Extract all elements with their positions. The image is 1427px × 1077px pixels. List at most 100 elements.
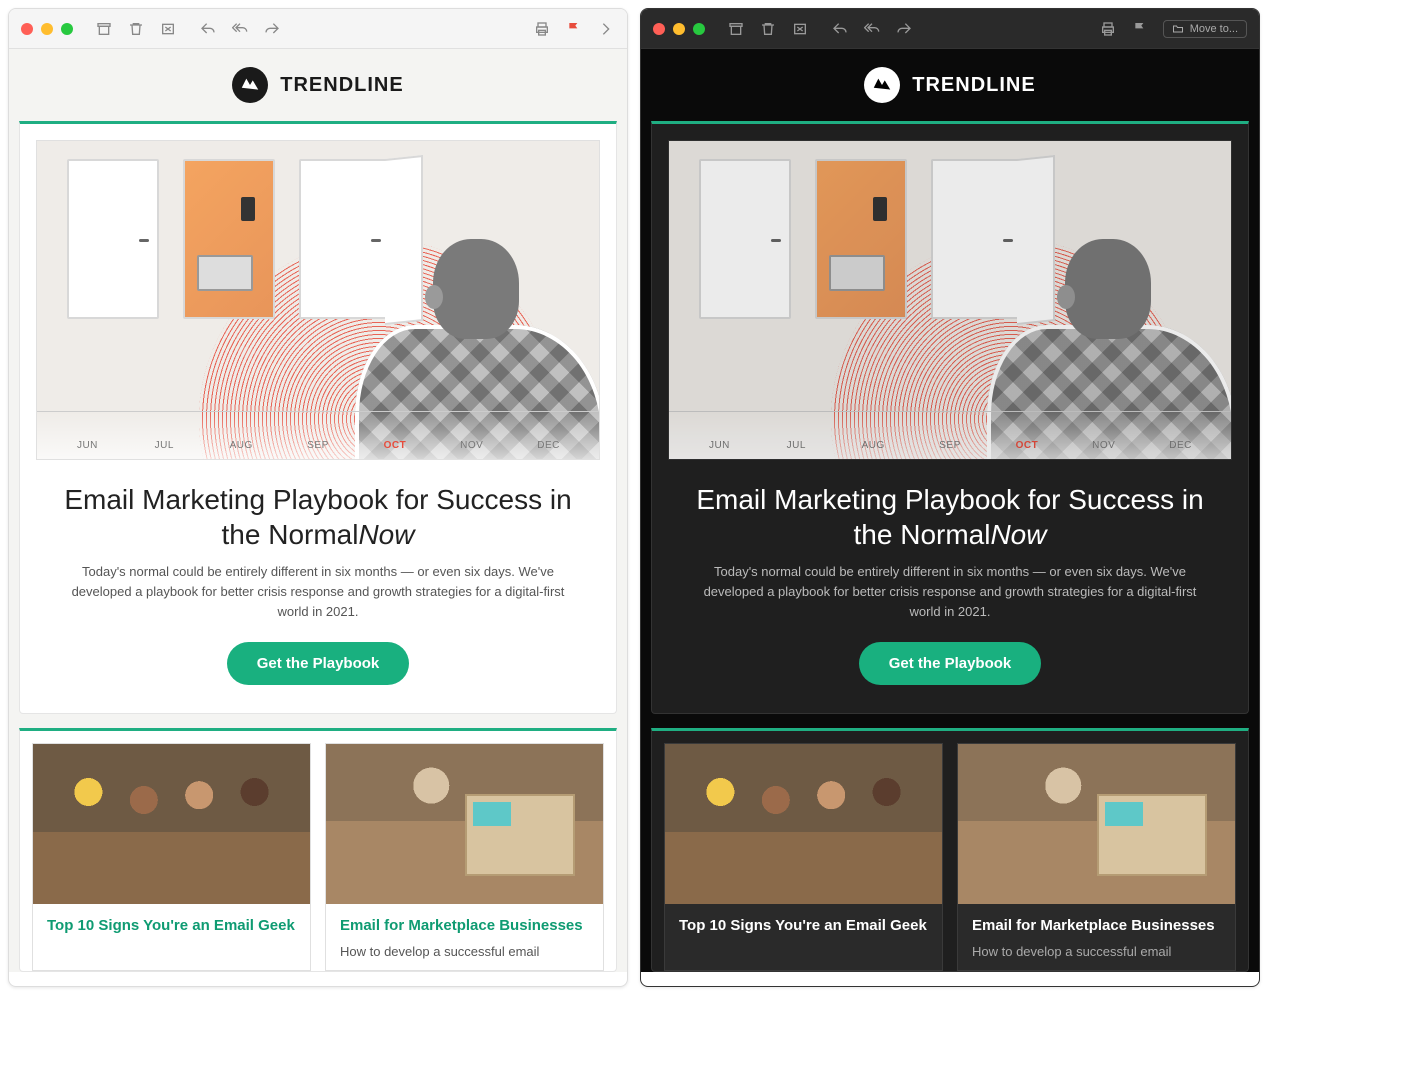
- move-to-label: Move to...: [1190, 23, 1238, 35]
- hero-title-italic: Now: [990, 519, 1046, 550]
- article-card-2[interactable]: Email for Marketplace Businesses How to …: [325, 743, 604, 970]
- flag-icon[interactable]: [1131, 20, 1149, 38]
- timeline-month: DEC: [510, 440, 587, 451]
- toolbar-left: [95, 20, 177, 38]
- door-2: [183, 159, 275, 319]
- minimize-window-button[interactable]: [673, 23, 685, 35]
- titlebar: Move to...: [641, 9, 1259, 49]
- maximize-window-button[interactable]: [61, 23, 73, 35]
- laptop-icon: [197, 255, 253, 291]
- timeline-month: AUG: [203, 440, 280, 451]
- timeline-month: NOV: [1065, 440, 1142, 451]
- hero-title-text: Email Marketing Playbook for Success in …: [696, 484, 1203, 550]
- toolbar-right: Move to...: [1099, 20, 1247, 38]
- timeline-month: SEP: [280, 440, 357, 451]
- expand-icon[interactable]: [597, 20, 615, 38]
- hero-description: Today's normal could be entirely differe…: [66, 562, 570, 622]
- hero-section: JUNJULAUGSEPOCTNOVDEC Email Marketing Pl…: [651, 121, 1249, 714]
- cards-section: Top 10 Signs You're an Email Geek Email …: [651, 728, 1249, 971]
- timeline-month: DEC: [1142, 440, 1219, 451]
- toolbar-reply-group: [831, 20, 913, 38]
- reply-all-icon[interactable]: [863, 20, 881, 38]
- flag-icon[interactable]: [565, 20, 583, 38]
- email-body: TRENDLINE: [641, 49, 1259, 972]
- timeline-month: JUN: [681, 440, 758, 451]
- traffic-lights: [21, 23, 73, 35]
- phone-icon: [241, 197, 255, 221]
- toolbar-reply-group: [199, 20, 281, 38]
- move-to-button[interactable]: Move to...: [1163, 20, 1247, 38]
- hero-title: Email Marketing Playbook for Success in …: [50, 482, 586, 552]
- hero-title-text: Email Marketing Playbook for Success in …: [64, 484, 571, 550]
- cards-section: Top 10 Signs You're an Email Geek Email …: [19, 728, 617, 971]
- brand-header: TRENDLINE: [9, 49, 627, 121]
- article-card-2[interactable]: Email for Marketplace Businesses How to …: [957, 743, 1236, 970]
- close-window-button[interactable]: [653, 23, 665, 35]
- hero-image: JUNJULAUGSEPOCTNOVDEC: [668, 140, 1232, 460]
- hero-title-italic: Now: [358, 519, 414, 550]
- timeline-month: NOV: [433, 440, 510, 451]
- trash-icon[interactable]: [127, 20, 145, 38]
- card-1-image: [665, 744, 942, 904]
- reply-icon[interactable]: [831, 20, 849, 38]
- maximize-window-button[interactable]: [693, 23, 705, 35]
- titlebar: [9, 9, 627, 49]
- card-2-image: [958, 744, 1235, 904]
- laptop-icon: [829, 255, 885, 291]
- card-2-box-graphic: [1097, 794, 1207, 876]
- close-window-button[interactable]: [21, 23, 33, 35]
- junk-icon[interactable]: [159, 20, 177, 38]
- junk-icon[interactable]: [791, 20, 809, 38]
- brand-header: TRENDLINE: [641, 49, 1259, 121]
- traffic-lights: [653, 23, 705, 35]
- get-playbook-button[interactable]: Get the Playbook: [859, 642, 1042, 685]
- brand-name: TRENDLINE: [280, 74, 403, 97]
- article-card-1[interactable]: Top 10 Signs You're an Email Geek: [664, 743, 943, 970]
- card-2-box-graphic: [465, 794, 575, 876]
- card-1-image: [33, 744, 310, 904]
- hero-image: JUNJULAUGSEPOCTNOVDEC: [36, 140, 600, 460]
- card-2-image: [326, 744, 603, 904]
- door-2: [815, 159, 907, 319]
- hero-graphic-doors: [67, 159, 391, 319]
- print-icon[interactable]: [533, 20, 551, 38]
- door-1: [699, 159, 791, 319]
- door-1: [67, 159, 159, 319]
- forward-icon[interactable]: [895, 20, 913, 38]
- email-body: TRENDLINE: [9, 49, 627, 972]
- print-icon[interactable]: [1099, 20, 1117, 38]
- timeline-month: OCT: [988, 440, 1065, 451]
- archive-icon[interactable]: [727, 20, 745, 38]
- minimize-window-button[interactable]: [41, 23, 53, 35]
- card-2-description: How to develop a successful email: [340, 943, 589, 962]
- timeline-month: OCT: [356, 440, 433, 451]
- folder-icon: [1172, 23, 1184, 35]
- archive-icon[interactable]: [95, 20, 113, 38]
- article-card-1[interactable]: Top 10 Signs You're an Email Geek: [32, 743, 311, 970]
- timeline-month: JUL: [126, 440, 203, 451]
- hero-section: JUNJULAUGSEPOCTNOVDEC Email Marketing Pl…: [19, 121, 617, 714]
- phone-icon: [873, 197, 887, 221]
- timeline-month: SEP: [912, 440, 989, 451]
- email-client-light-window: TRENDLINE: [8, 8, 628, 987]
- toolbar-right: [533, 20, 615, 38]
- reply-all-icon[interactable]: [231, 20, 249, 38]
- card-2-description: How to develop a successful email: [972, 943, 1221, 962]
- timeline-month: AUG: [835, 440, 912, 451]
- forward-icon[interactable]: [263, 20, 281, 38]
- trash-icon[interactable]: [759, 20, 777, 38]
- hero-title: Email Marketing Playbook for Success in …: [682, 482, 1218, 552]
- brand-name: TRENDLINE: [912, 74, 1035, 97]
- card-2-title: Email for Marketplace Businesses: [340, 916, 589, 936]
- timeline-month: JUN: [49, 440, 126, 451]
- card-1-title: Top 10 Signs You're an Email Geek: [679, 916, 928, 936]
- hero-timeline: JUNJULAUGSEPOCTNOVDEC: [669, 411, 1231, 459]
- brand-logo-icon: [864, 67, 900, 103]
- timeline-month: JUL: [758, 440, 835, 451]
- hero-graphic-doors: [699, 159, 1023, 319]
- card-2-title: Email for Marketplace Businesses: [972, 916, 1221, 936]
- reply-icon[interactable]: [199, 20, 217, 38]
- get-playbook-button[interactable]: Get the Playbook: [227, 642, 410, 685]
- toolbar-left: [727, 20, 809, 38]
- hero-description: Today's normal could be entirely differe…: [698, 562, 1202, 622]
